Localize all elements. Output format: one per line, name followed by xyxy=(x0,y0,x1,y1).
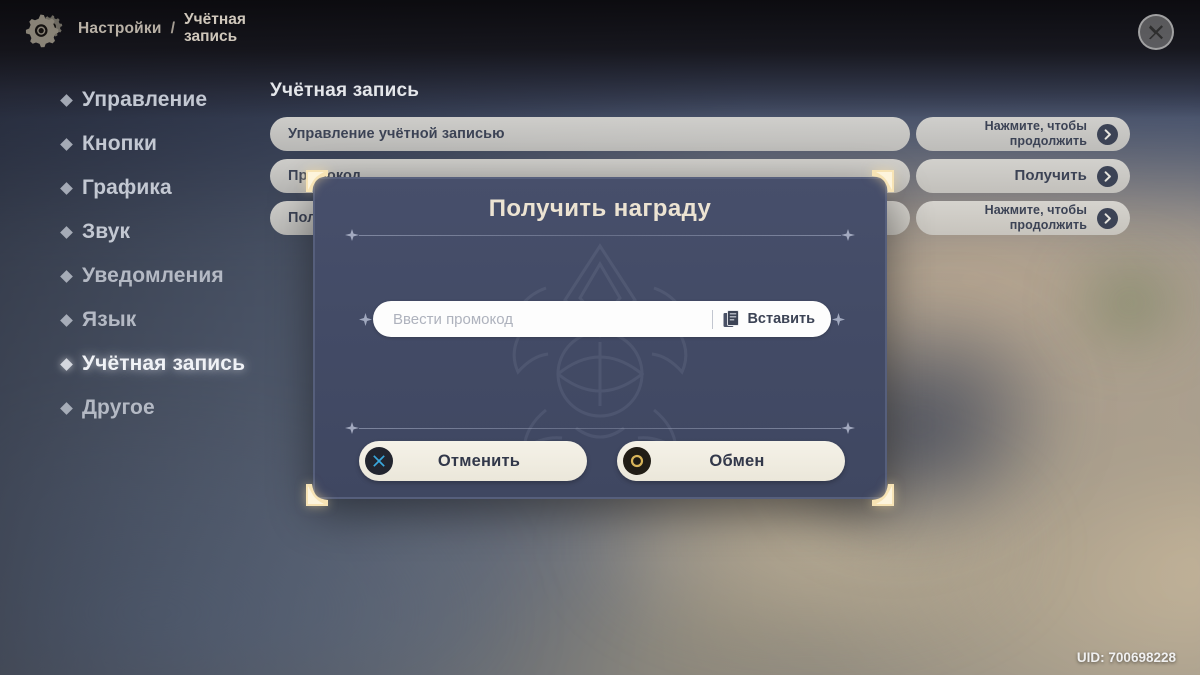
game-settings-screen: Настройки / Учётная запись Управление Кн… xyxy=(0,0,1200,675)
divider-line xyxy=(359,427,841,429)
paste-button-label: Вставить xyxy=(747,311,815,327)
exchange-button[interactable]: Обмен xyxy=(617,441,845,481)
exchange-button-label: Обмен xyxy=(709,451,765,470)
input-divider xyxy=(712,309,714,329)
paste-button[interactable]: Вставить xyxy=(723,309,819,329)
promo-code-field-group: Вставить xyxy=(359,301,845,337)
x-circle-icon xyxy=(365,447,393,475)
ring-circle-icon xyxy=(623,447,651,475)
dialog-button-row: Отменить Обмен xyxy=(359,441,845,481)
promo-code-input[interactable] xyxy=(393,310,709,328)
dialog-divider-top xyxy=(345,229,855,241)
cancel-button-label: Отменить xyxy=(437,451,521,470)
four-point-star-icon xyxy=(345,229,359,241)
dialog-title: Получить награду xyxy=(488,195,712,222)
field-ornament-left-icon xyxy=(359,312,372,326)
four-point-star-icon xyxy=(345,422,359,434)
dialog-divider-bottom xyxy=(345,422,855,434)
four-point-star-icon xyxy=(841,422,855,434)
promo-code-input-pill[interactable]: Вставить xyxy=(373,301,831,337)
field-ornament-right-icon xyxy=(832,312,845,326)
divider-line xyxy=(359,234,841,236)
four-point-star-icon xyxy=(841,229,855,241)
cancel-button[interactable]: Отменить xyxy=(359,441,587,481)
redeem-code-dialog: Получить награду Ввести промокод Вставит… xyxy=(306,170,894,506)
clipboard-icon xyxy=(723,309,740,327)
